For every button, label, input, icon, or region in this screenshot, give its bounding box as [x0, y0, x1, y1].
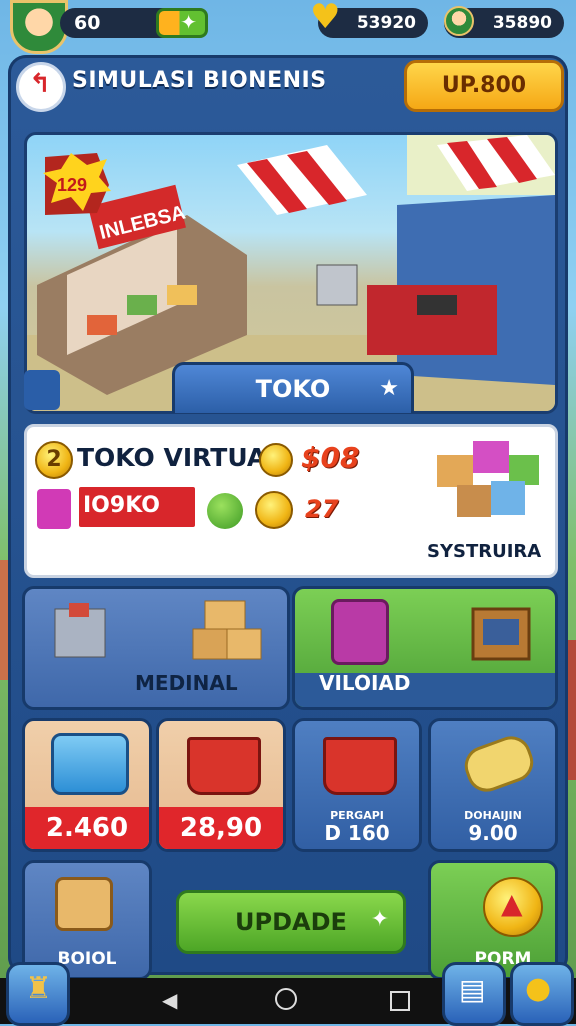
shopping-cart [316, 264, 358, 306]
page-title: SIMULASI BIONENIS [72, 68, 327, 93]
product-card-4[interactable]: DOHAIJIN 9.00 [428, 718, 558, 852]
category-medinal[interactable]: MEDINAL [22, 586, 290, 710]
arrow-coin-icon: ▲ [483, 877, 543, 937]
up-arrow-icon: ▲ [501, 887, 523, 920]
sun-coin-icon [255, 491, 293, 529]
basket-flower-icon [55, 877, 113, 931]
player-avatar[interactable] [10, 0, 68, 54]
product-card-3[interactable]: PERGAPI D 160 [292, 718, 422, 852]
leaf-icon[interactable] [207, 493, 243, 529]
cash-roll-icon [459, 730, 539, 798]
chat-button[interactable]: ● [510, 962, 574, 1026]
product-3-line2: D 160 [324, 821, 390, 845]
add-level-button[interactable]: ✦ [156, 8, 208, 38]
upgrade-button[interactable]: UP.800 [404, 60, 564, 112]
price-1: $08 [301, 441, 360, 474]
back-button[interactable]: ↰ [16, 62, 66, 112]
notes-button[interactable]: ▤ [442, 962, 506, 1026]
tab-toko[interactable]: TOKO ★ [172, 362, 414, 413]
notes-icon: ▤ [459, 973, 486, 1006]
nav-recents-icon[interactable] [390, 991, 410, 1011]
cubes-caption: SYSTRUIRA [427, 541, 542, 562]
level-value: 60 [74, 12, 101, 34]
star-icon: ★ [379, 376, 399, 401]
cart-vegetables-icon [187, 737, 261, 795]
rank-coin-icon: 2 [35, 441, 73, 479]
friend-avatar-icon [444, 6, 474, 36]
category-medinal-label: MEDINAL [135, 671, 238, 695]
safe-icon [54, 603, 106, 658]
chat-icon: ● [525, 971, 552, 1006]
paint-bucket-icon [331, 599, 389, 665]
currency-2-value: 35890 [492, 13, 552, 33]
product-1-price: 2.460 [25, 807, 149, 849]
update-button[interactable]: UPDADE ✦ [176, 890, 406, 954]
trophy-button[interactable]: ♜ [6, 962, 70, 1026]
heart-icon: ♥ [310, 0, 341, 37]
store-name-input[interactable]: IO9KO [79, 487, 195, 527]
store-info-card: 2 TOKO VIRTUAL $08 IO9KO 27 SYSTRUIRA [24, 424, 558, 578]
cart-fruit-icon [323, 737, 397, 795]
coin-icon [259, 443, 293, 477]
boxes-icon [192, 600, 262, 660]
badge-text: 129 [57, 175, 87, 195]
upgrade-label: UP.800 [441, 73, 527, 98]
price-2: 27 [305, 495, 339, 523]
scene-left-tile [24, 370, 60, 410]
store-name: TOKO VIRTUAL [77, 443, 283, 472]
sparkle-icon: ✦ [370, 907, 389, 932]
gift-card-icon [51, 733, 129, 795]
crate-icon [471, 607, 531, 661]
product-card-2[interactable]: 28,90 [156, 718, 286, 852]
product-2-price: 28,90 [159, 807, 283, 849]
nav-home-icon[interactable] [275, 988, 297, 1010]
currency-pill-1: ♥ 53920 [310, 0, 428, 38]
trophy-icon: ♜ [25, 971, 52, 1006]
plus-icon: ✦ [180, 10, 197, 34]
rank-value: 2 [46, 447, 62, 472]
product-card-1[interactable]: 2.460 [22, 718, 152, 852]
cubes-icon [437, 441, 539, 517]
nav-back-icon[interactable]: ◀ [162, 988, 177, 1012]
purple-box-icon [37, 489, 71, 529]
store-name-input-value: IO9KO [83, 493, 160, 518]
back-arrow-icon: ↰ [29, 69, 51, 99]
currency-pill-2: 35890 [444, 6, 564, 38]
currency-1-value: 53920 [356, 13, 416, 33]
level-pill: 60 ✦ [60, 8, 208, 38]
category-viloiad-label: VILOIAD [319, 671, 411, 695]
update-label: UPDADE [235, 908, 347, 936]
category-viloiad[interactable]: VILOIAD [292, 586, 558, 710]
product-4-line2: 9.00 [468, 821, 518, 845]
tab-toko-label: TOKO [255, 375, 331, 403]
